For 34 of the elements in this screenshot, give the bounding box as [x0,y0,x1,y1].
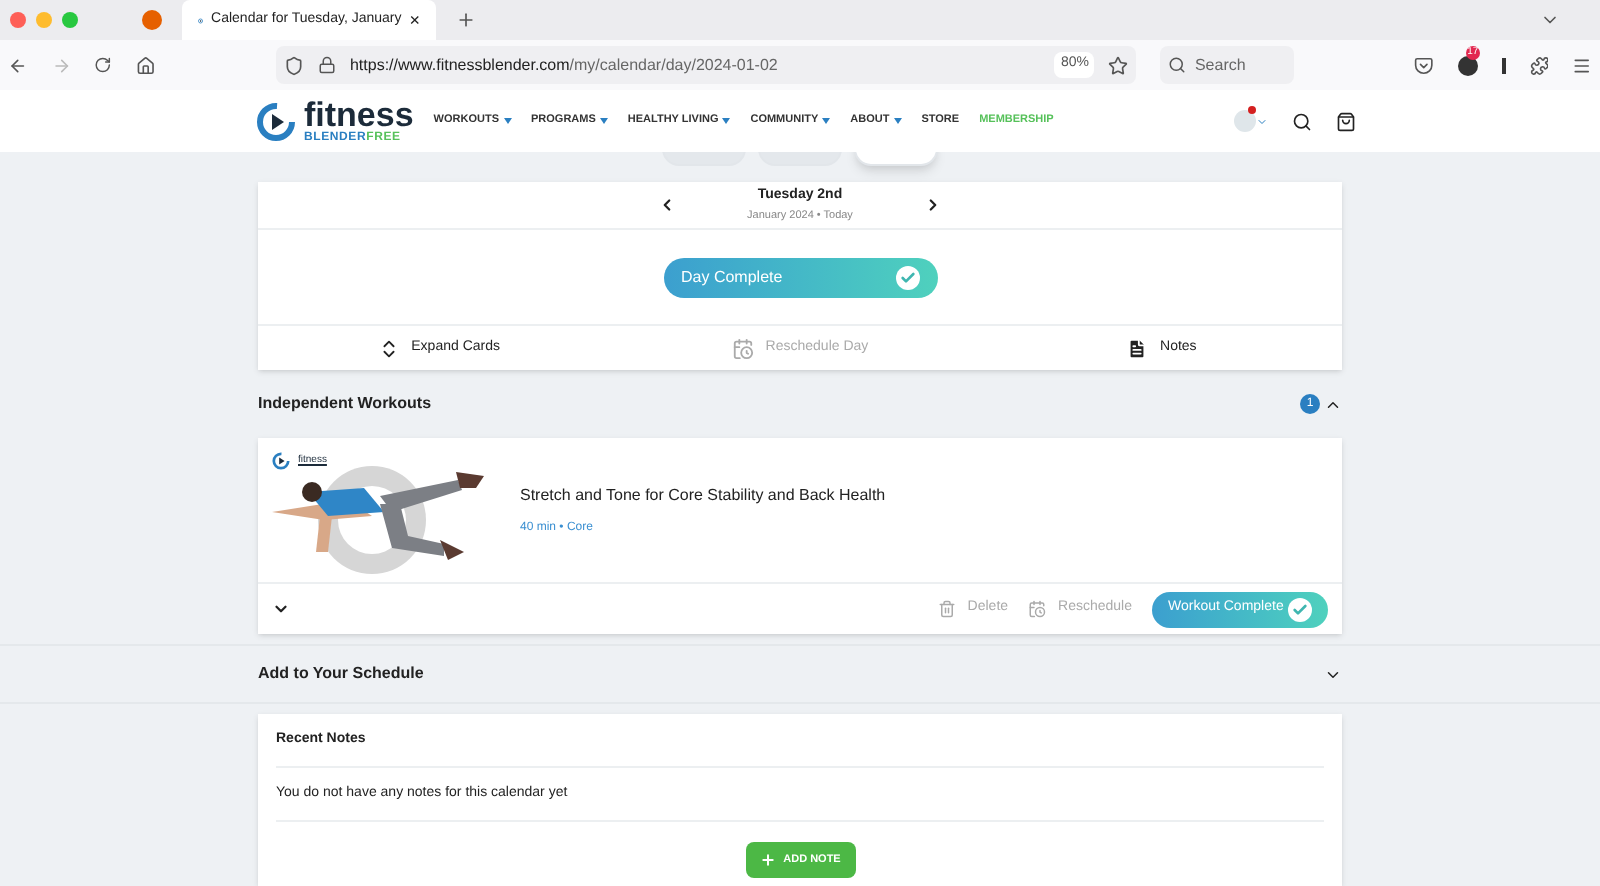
section-title: Independent Workouts [258,392,432,416]
logo-icon [272,452,290,470]
url-text: https://www.fitnessblender.com/my/calendar/day/2024-01-02 [349,53,778,77]
lock-icon [317,56,336,74]
extensions-icon[interactable] [1529,55,1549,75]
search-icon[interactable] [1292,111,1312,131]
new-tab-icon[interactable] [456,10,476,30]
bookmark-icon[interactable] [1108,55,1129,75]
document-icon [1126,337,1149,359]
logo-icon [256,101,296,141]
calendar-icon [731,337,754,359]
search-icon [1168,56,1187,74]
home-icon[interactable] [136,55,156,75]
bag-icon[interactable] [1336,111,1356,131]
avatar[interactable] [1234,110,1256,132]
back-icon[interactable] [8,55,28,75]
trash-icon [937,600,956,618]
logo-text: fitness [304,99,414,131]
plus-icon [759,852,776,868]
workout-title[interactable]: Stretch and Tone for Core Stability and Back Health [520,483,886,507]
calendar-icon [1028,600,1047,618]
extension-icon[interactable] [1457,55,1478,75]
close-tab-button[interactable]: × [409,11,420,29]
caret-icon [1256,115,1268,127]
search-placeholder: Search [1194,53,1246,77]
section-title: Add to Your Schedule [258,662,424,686]
close-window-icon[interactable] [10,12,26,28]
shield-icon [283,55,304,75]
search-field[interactable]: Search [1160,46,1294,84]
reload-icon[interactable] [94,56,113,74]
pocket-icon[interactable] [1413,55,1434,75]
menu-icon[interactable] [1572,55,1593,75]
browser-logo-icon[interactable] [142,10,162,30]
expand-icon[interactable] [272,600,290,618]
